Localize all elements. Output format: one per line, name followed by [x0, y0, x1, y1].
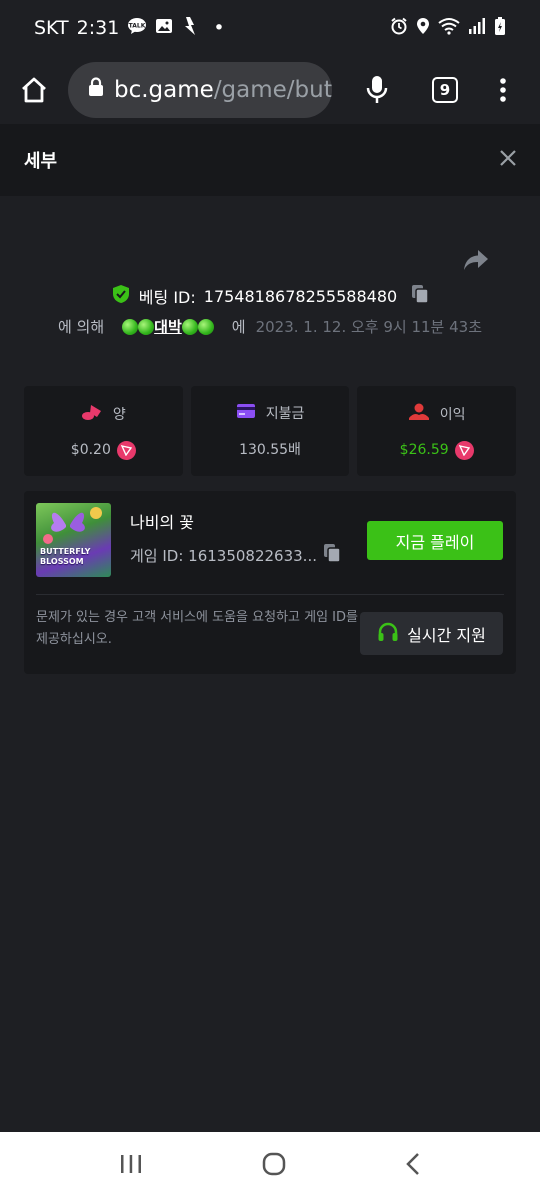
- share-button[interactable]: [462, 248, 490, 276]
- signal-icon: [468, 17, 486, 40]
- butterfly-icon: [43, 507, 102, 544]
- location-icon: [416, 17, 430, 40]
- browser-toolbar: bc.game/game/butt 9: [0, 56, 540, 124]
- home-nav-button[interactable]: [261, 1151, 287, 1181]
- system-navigation-bar: [0, 1132, 540, 1200]
- support-label: 실시간 지원: [407, 625, 486, 645]
- game-id: 게임 ID: 161350822633...: [130, 546, 317, 565]
- app-notification-icon: [181, 16, 199, 41]
- verified-shield-icon: [111, 284, 131, 308]
- bet-id-row: 베팅 ID: 1754818678255588480: [0, 284, 540, 308]
- battery-charging-icon: [494, 16, 506, 41]
- headset-icon: [377, 621, 399, 647]
- copy-icon: [324, 544, 341, 563]
- more-notifications-dot: •: [213, 17, 225, 39]
- green-ball-icon: [138, 318, 155, 335]
- bet-id-value: 1754818678255588480: [203, 286, 398, 306]
- close-button[interactable]: [500, 150, 516, 170]
- game-id-row: 게임 ID: 161350822633...: [130, 543, 341, 567]
- game-name: 나비의 꽃: [130, 513, 194, 532]
- green-ball-icon: [197, 318, 214, 335]
- voice-search-button[interactable]: [332, 75, 422, 105]
- thumbnail-title: BUTTERFLY BLOSSOM: [40, 547, 91, 566]
- by-prefix: 에 의해: [57, 318, 105, 336]
- browser-home-button[interactable]: [0, 76, 68, 104]
- green-ball-icon: [122, 318, 139, 335]
- copy-bet-id-button[interactable]: [411, 284, 429, 308]
- card-icon: [236, 403, 256, 423]
- game-card: BUTTERFLY BLOSSOM 나비의 꽃 게임 ID: 161350822…: [24, 491, 516, 674]
- stat-amount: 양 $0.20: [24, 386, 183, 476]
- stat-label: 지불금: [265, 406, 305, 422]
- alarm-icon: [390, 17, 408, 40]
- bet-date: 2023. 1. 12. 오후 9시 11분 43초: [255, 318, 483, 336]
- stat-value: 130.55배: [239, 442, 301, 458]
- url-path: /game/butt: [213, 77, 332, 103]
- bet-detail-content: 베팅 ID: 1754818678255588480 에 의해 대박 에 202…: [0, 196, 540, 1132]
- url-host: bc.game: [114, 77, 214, 103]
- tab-switcher-button[interactable]: 9: [422, 77, 468, 103]
- recent-apps-icon: [121, 1155, 141, 1173]
- home-icon: [22, 77, 46, 103]
- player-name-link[interactable]: 대박: [122, 316, 214, 337]
- tab-count: 9: [432, 77, 458, 103]
- play-now-button[interactable]: 지금 플레이: [367, 521, 503, 560]
- modal-header: 세부: [0, 124, 540, 196]
- stat-payout: 지불금 130.55배: [190, 386, 350, 476]
- image-notification-icon: [155, 17, 173, 40]
- stat-profit: 이익 $26.59: [357, 386, 517, 476]
- browser-menu-button[interactable]: [468, 77, 538, 103]
- carrier-label: SKT: [34, 17, 69, 39]
- home-circle-icon: [262, 1152, 286, 1176]
- stat-label: 양: [112, 406, 126, 423]
- bet-id-label: 베팅 ID:: [138, 288, 196, 307]
- bet-stats: 양 $0.20 지불금 130.55배 이익 $26.59: [24, 386, 517, 476]
- more-vertical-icon: [500, 78, 506, 102]
- recent-apps-button[interactable]: [119, 1153, 143, 1179]
- bet-meta-row: 에 의해 대박 에 2023. 1. 12. 오후 9시 11분 43초: [0, 316, 540, 337]
- trx-token-icon: [116, 440, 136, 460]
- copy-icon: [412, 285, 429, 304]
- profit-icon: [408, 403, 430, 425]
- close-icon: [500, 150, 516, 166]
- back-nav-button[interactable]: [405, 1152, 421, 1180]
- stat-label: 이익: [439, 406, 466, 423]
- coins-icon: [81, 403, 103, 425]
- status-bar: SKT 2:31 TALK •: [0, 0, 540, 56]
- at-word: 에: [231, 318, 246, 336]
- clock: 2:31: [76, 17, 120, 39]
- green-ball-icon: [181, 318, 198, 335]
- player-name: 대박: [154, 318, 182, 336]
- live-support-button[interactable]: 실시간 지원: [360, 612, 503, 655]
- stat-value: $0.20: [70, 442, 111, 458]
- lock-icon: [88, 77, 104, 103]
- game-thumbnail[interactable]: BUTTERFLY BLOSSOM: [36, 503, 111, 577]
- modal-title: 세부: [24, 151, 58, 172]
- svg-text:TALK: TALK: [129, 22, 146, 29]
- stat-value: $26.59: [399, 442, 449, 458]
- share-icon: [464, 250, 488, 270]
- wifi-icon: [438, 17, 460, 40]
- copy-game-id-button[interactable]: [323, 543, 341, 567]
- address-bar[interactable]: bc.game/game/butt: [68, 62, 332, 118]
- divider: [36, 594, 504, 595]
- back-icon: [406, 1153, 419, 1175]
- trx-token-icon: [454, 440, 474, 460]
- talk-notification-icon: TALK: [127, 17, 147, 40]
- microphone-icon: [366, 76, 388, 103]
- help-text: 문제가 있는 경우 고객 서비스에 도움을 요청하고 게임 ID를 제공하십시오…: [36, 610, 358, 647]
